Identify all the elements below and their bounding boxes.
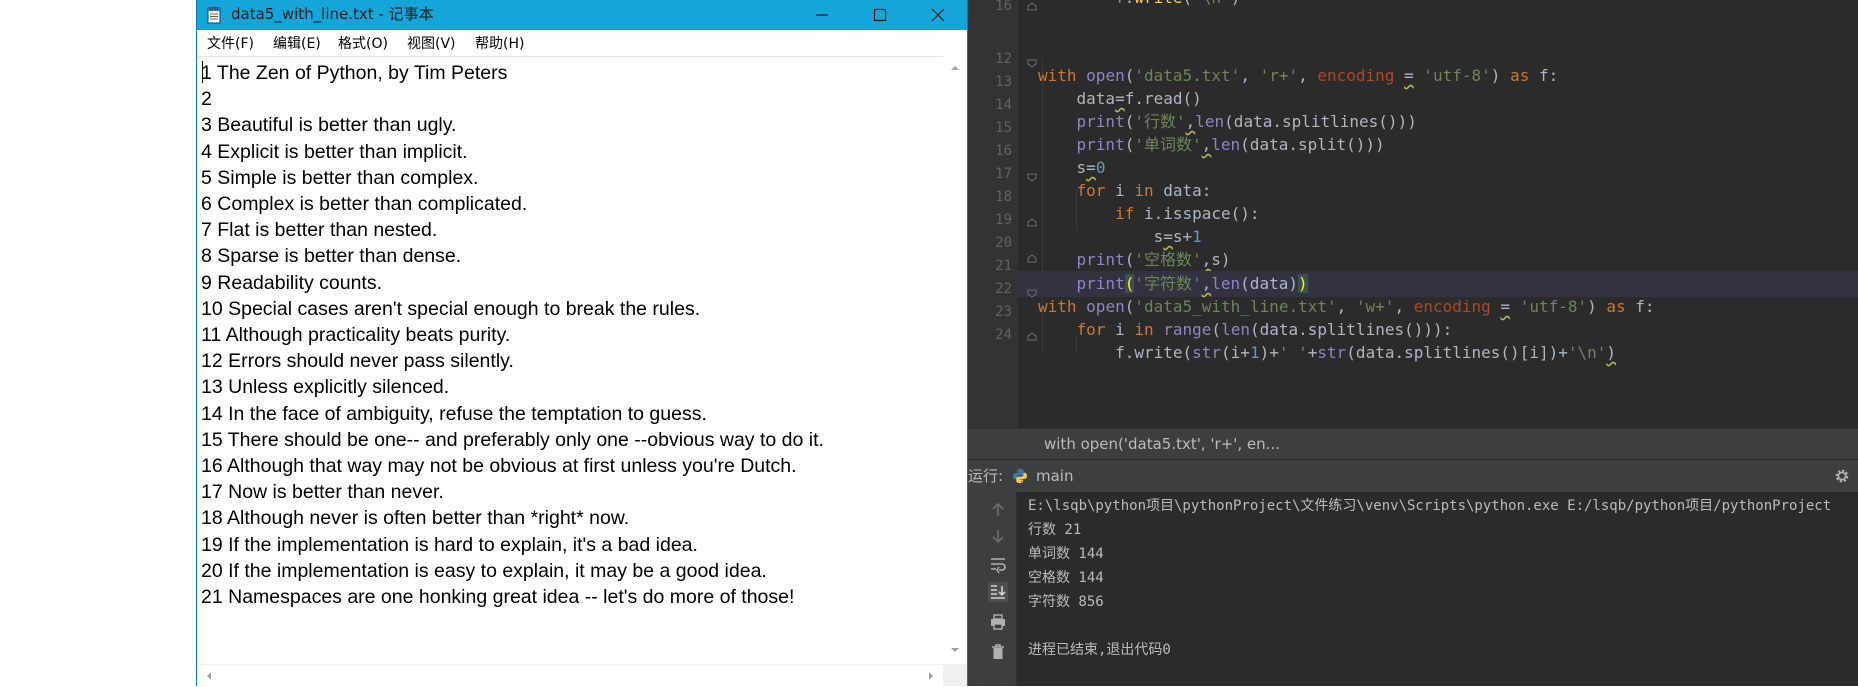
menu-bar: 文件(F) 编辑(E) 格式(O) 视图(V) 帮助(H) — [197, 30, 967, 57]
text-line: 18 Although never is often better than *… — [201, 507, 630, 530]
scrollbar-corner — [943, 664, 967, 686]
maximize-button[interactable] — [851, 0, 909, 30]
soft-wrap-icon[interactable] — [988, 554, 1008, 574]
line-number: 16 — [995, 143, 1012, 159]
text-line: 11 Although practicality beats purity. — [201, 324, 511, 346]
python-icon — [1012, 468, 1028, 484]
arrow-up-icon[interactable] — [988, 500, 1008, 520]
line-number: 14 — [995, 97, 1012, 113]
text-line: 15 There should be one-- and preferably … — [201, 428, 824, 451]
text-area[interactable]: 1 The Zen of Python, by Tim Peters 2 3 Bea… — [201, 58, 943, 662]
line-number: 23 — [995, 304, 1012, 320]
line-number: 15 — [995, 120, 1012, 136]
console-line: E:\lsqb\python项目\pythonProject\文件练习\venv… — [1028, 498, 1832, 514]
text-line: 10 Special cases aren't special enough t… — [201, 297, 701, 320]
code-line[interactable]: f.write(str(i+1)+' '+str(data.splitlines… — [1038, 340, 1858, 366]
line-number: 19 — [995, 212, 1012, 228]
text-caret — [202, 61, 203, 83]
run-tab-label: main — [1036, 467, 1074, 485]
code-line[interactable]: f.write('\n') — [1038, 0, 1858, 11]
text-line: 19 If the implementation is hard to expl… — [201, 533, 698, 556]
scroll-up-arrow-icon[interactable] — [949, 62, 961, 74]
text-line: 13 Unless explicitly silenced. — [201, 376, 450, 399]
scroll-right-arrow-icon[interactable] — [925, 670, 937, 682]
notepad-icon — [207, 6, 221, 24]
minimize-button[interactable] — [793, 0, 851, 30]
console-output[interactable]: E:\lsqb\python项目\pythonProject\文件练习\venv… — [1028, 492, 1858, 686]
title-bar[interactable]: data5_with_line.txt - 记事本 — [197, 0, 967, 30]
menu-edit[interactable]: 编辑(E) — [273, 30, 321, 58]
fold-marker-icon[interactable] — [1027, 288, 1037, 298]
text-line: 3 Beautiful is better than ugly. — [201, 114, 457, 137]
fold-marker-icon[interactable] — [1027, 218, 1037, 228]
text-line: 17 Now is better than never. — [201, 481, 444, 504]
text-line: 14 In the face of ambiguity, refuse the … — [201, 402, 707, 425]
fold-marker-icon[interactable] — [1027, 254, 1037, 264]
line-number: 22 — [995, 281, 1012, 297]
scroll-left-arrow-icon[interactable] — [203, 670, 215, 682]
text-line: 6 Complex is better than complicated. — [201, 193, 528, 215]
horizontal-scrollbar[interactable] — [197, 664, 943, 687]
menu-help[interactable]: 帮助(H) — [475, 30, 524, 58]
text-line: 16 Although that way may not be obvious … — [201, 455, 797, 477]
code-editor[interactable]: 16 12 13 14 15 16 17 18 19 20 21 22 23 24 f.write('\n… — [968, 0, 1858, 428]
text-line: 2 — [201, 88, 212, 111]
scroll-down-arrow-icon[interactable] — [949, 644, 961, 656]
window-title: data5_with_line.txt - 记事本 — [231, 5, 434, 23]
run-panel: E:\lsqb\python项目\pythonProject\文件练习\venv… — [968, 492, 1858, 686]
run-toolbar-strip — [968, 492, 980, 686]
text-line: 21 Namespaces are one honking great idea… — [201, 586, 795, 608]
notepad-window: data5_with_line.txt - 记事本 文件(F) 编辑(E) 格式… — [196, 0, 968, 687]
menu-file[interactable]: 文件(F) — [207, 30, 254, 58]
close-button[interactable] — [909, 0, 967, 30]
fold-marker-icon[interactable] — [1027, 2, 1037, 12]
vertical-scrollbar[interactable] — [943, 56, 967, 664]
line-number: 20 — [995, 235, 1012, 251]
line-number: 16 — [995, 0, 1012, 14]
breadcrumb-item[interactable]: with open('data5.txt', 'r+', en... — [1044, 429, 1280, 459]
trash-icon[interactable] — [988, 642, 1008, 662]
console-line: 进程已结束,退出代码0 — [1028, 642, 1171, 658]
text-line: 1 The Zen of Python, by Tim Peters — [201, 62, 508, 84]
text-line: 12 Errors should never pass silently. — [201, 350, 514, 373]
line-number: 12 — [995, 51, 1012, 67]
fold-marker-icon[interactable] — [1027, 58, 1037, 68]
menu-view[interactable]: 视图(V) — [407, 30, 456, 58]
text-line: 4 Explicit is better than implicit. — [201, 140, 468, 163]
breadcrumb[interactable]: with open('data5.txt', 'r+', en... — [968, 428, 1858, 459]
fold-marker-icon[interactable] — [1027, 172, 1037, 182]
line-number: 18 — [995, 189, 1012, 205]
print-icon[interactable] — [988, 612, 1008, 632]
ide-window: 16 12 13 14 15 16 17 18 19 20 21 22 23 24 f.write('\n… — [968, 0, 1858, 686]
run-tab-main[interactable]: main — [1012, 460, 1073, 492]
scroll-to-end-icon[interactable] — [988, 582, 1008, 602]
run-toolbar — [980, 492, 1017, 686]
console-line: 空格数 144 — [1028, 570, 1104, 586]
text-line: 8 Sparse is better than dense. — [201, 245, 462, 268]
console-line: 字符数 856 — [1028, 594, 1104, 610]
arrow-down-icon[interactable] — [988, 526, 1008, 546]
code-line[interactable]: print('空格数',s) — [1038, 247, 1858, 273]
text-line: 9 Readability counts. — [201, 271, 383, 294]
text-line: 7 Flat is better than nested. — [201, 219, 438, 242]
menu-format[interactable]: 格式(O) — [338, 30, 388, 58]
gear-icon[interactable] — [1834, 468, 1850, 484]
run-label: 运行: — [968, 467, 1004, 485]
run-tool-window-header: 运行: main — [968, 459, 1858, 493]
line-number: 24 — [995, 327, 1012, 343]
line-number-gutter: 16 12 13 14 15 16 17 18 19 20 21 22 23 24 — [968, 0, 1018, 428]
line-number: 21 — [995, 258, 1012, 274]
console-line: 单词数 144 — [1028, 546, 1104, 562]
text-line: 20 If the implementation is easy to expl… — [201, 559, 767, 582]
text-line: 5 Simple is better than complex. — [201, 166, 479, 189]
line-number: 13 — [995, 74, 1012, 90]
console-line: 行数 21 — [1028, 522, 1082, 538]
fold-marker-icon[interactable] — [1027, 332, 1037, 342]
line-number: 17 — [995, 166, 1012, 182]
